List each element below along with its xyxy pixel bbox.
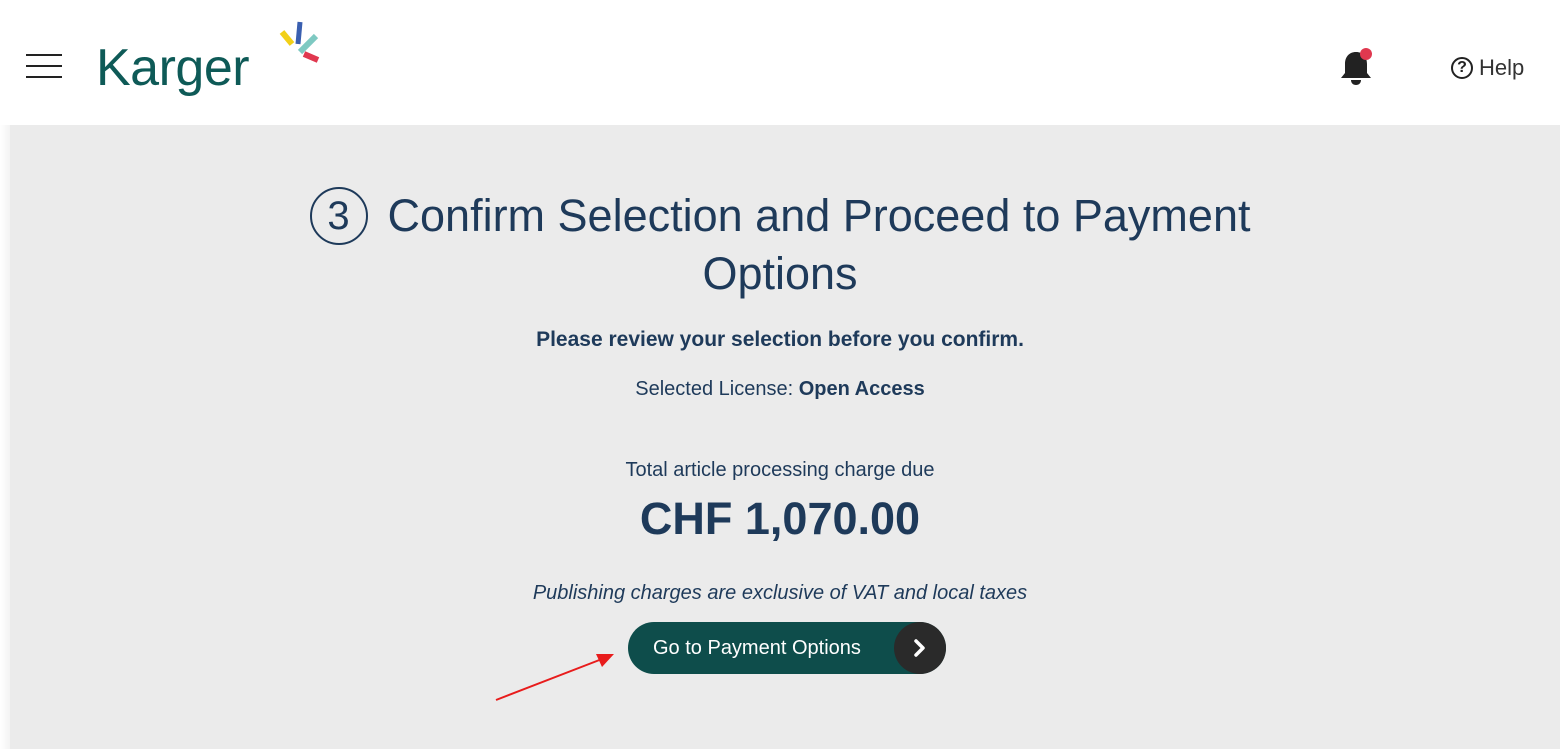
- page-title-line1: Confirm Selection and Proceed to Payment: [387, 190, 1251, 241]
- chevron-right-icon: [894, 622, 946, 674]
- karger-logo-mark-icon: [279, 21, 320, 63]
- total-charge-label: Total article processing charge due: [625, 459, 935, 481]
- page-title: 3 Confirm Selection and Proceed to Payme…: [0, 187, 1560, 303]
- vat-note: Publishing charges are exclusive of VAT …: [532, 582, 1028, 604]
- top-header: Karger ? Help: [0, 0, 1560, 125]
- help-label: Help: [1479, 55, 1525, 80]
- license-value: Open Access: [798, 378, 925, 400]
- license-label: Selected License:: [635, 378, 794, 400]
- annotation-arrow-icon: [495, 654, 614, 701]
- notification-bell-icon[interactable]: [1338, 48, 1374, 88]
- total-charge-amount: CHF 1,070.00: [639, 493, 921, 544]
- hamburger-menu-icon[interactable]: [26, 54, 62, 78]
- go-to-payment-options-button[interactable]: Go to Payment Options: [628, 622, 946, 674]
- button-label: Go to Payment Options: [653, 636, 861, 659]
- brand-name: Karger: [96, 39, 250, 97]
- page-title-line2: Options: [702, 248, 858, 299]
- selected-license: Selected License: Open Access: [0, 378, 1560, 401]
- notification-dot: [1360, 48, 1372, 60]
- question-circle-icon: ?: [1451, 57, 1473, 79]
- help-link[interactable]: ? Help: [1451, 54, 1524, 82]
- karger-logo[interactable]: Karger: [96, 18, 320, 108]
- review-instruction: Please review your selection before you …: [536, 328, 1024, 351]
- step-number-badge: 3: [309, 187, 368, 245]
